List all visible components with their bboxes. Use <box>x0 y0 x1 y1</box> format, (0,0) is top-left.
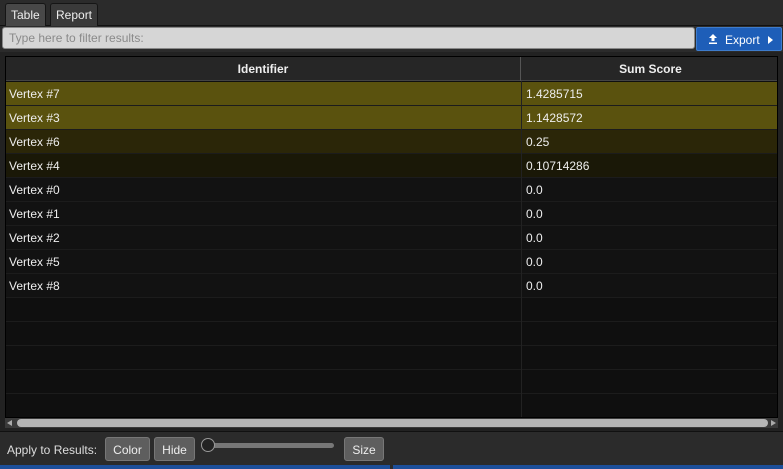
cell-sum-score: 0.10714286 <box>526 159 590 173</box>
status-strip <box>0 465 783 469</box>
table-row[interactable]: Vertex #3 1.1428572 <box>6 106 777 130</box>
table-row[interactable]: Vertex #7 1.4285715 <box>6 82 777 106</box>
cell-identifier: Vertex #8 <box>9 279 60 293</box>
empty-row <box>6 322 777 346</box>
cell-sum-score: 0.0 <box>526 231 543 245</box>
cell-sum-score: 0.0 <box>526 207 543 221</box>
table-header: Identifier Sum Score <box>6 57 777 81</box>
table-row[interactable]: Vertex #1 0.0 <box>6 202 777 226</box>
tab-report[interactable]: Report <box>50 3 99 26</box>
cell-identifier: Vertex #1 <box>9 207 60 221</box>
horizontal-scrollbar[interactable] <box>5 418 778 428</box>
apply-label: Apply to Results: <box>7 443 98 457</box>
empty-row <box>6 394 777 417</box>
cell-identifier: Vertex #0 <box>9 183 60 197</box>
hide-button[interactable]: Hide <box>154 437 195 461</box>
cell-identifier: Vertex #5 <box>9 255 60 269</box>
empty-row <box>6 370 777 394</box>
cell-sum-score: 0.25 <box>526 135 550 149</box>
table-row[interactable]: Vertex #0 0.0 <box>6 178 777 202</box>
column-header-identifier[interactable]: Identifier <box>6 57 521 81</box>
empty-row <box>6 346 777 370</box>
export-label: Export <box>725 33 760 47</box>
chevron-right-icon <box>768 36 773 44</box>
cell-identifier: Vertex #3 <box>9 111 60 125</box>
filter-bar: Export <box>0 26 783 52</box>
table-row[interactable]: Vertex #2 0.0 <box>6 226 777 250</box>
column-header-sum-score[interactable]: Sum Score <box>522 57 777 81</box>
size-slider-handle[interactable] <box>201 438 215 452</box>
cell-identifier: Vertex #4 <box>9 159 60 173</box>
column-divider <box>521 81 522 417</box>
cell-sum-score: 0.0 <box>526 255 543 269</box>
scrollbar-thumb[interactable] <box>17 419 768 427</box>
results-table: Identifier Sum Score Vertex #7 1.4285715 V… <box>5 56 778 418</box>
tab-table[interactable]: Table <box>5 3 46 26</box>
cell-identifier: Vertex #2 <box>9 231 60 245</box>
table-row[interactable]: Vertex #5 0.0 <box>6 250 777 274</box>
table-row[interactable]: Vertex #8 0.0 <box>6 274 777 298</box>
scroll-right-icon[interactable] <box>771 420 776 426</box>
cell-sum-score: 0.0 <box>526 279 543 293</box>
tab-bar: Table Report <box>0 0 783 26</box>
upload-icon <box>709 34 717 44</box>
color-button[interactable]: Color <box>105 437 150 461</box>
size-slider-track[interactable] <box>208 443 334 448</box>
cell-sum-score: 1.1428572 <box>526 111 583 125</box>
table-row[interactable]: Vertex #6 0.25 <box>6 130 777 154</box>
table-row[interactable]: Vertex #4 0.10714286 <box>6 154 777 178</box>
export-button[interactable]: Export <box>696 27 782 51</box>
cell-identifier: Vertex #7 <box>9 87 60 101</box>
scroll-left-icon[interactable] <box>7 420 12 426</box>
cell-sum-score: 0.0 <box>526 183 543 197</box>
cell-sum-score: 1.4285715 <box>526 87 583 101</box>
filter-input[interactable] <box>2 27 695 49</box>
empty-row <box>6 298 777 322</box>
cell-identifier: Vertex #6 <box>9 135 60 149</box>
size-button[interactable]: Size <box>344 437 384 461</box>
apply-toolbar: Apply to Results: Color Hide Size <box>0 431 783 469</box>
